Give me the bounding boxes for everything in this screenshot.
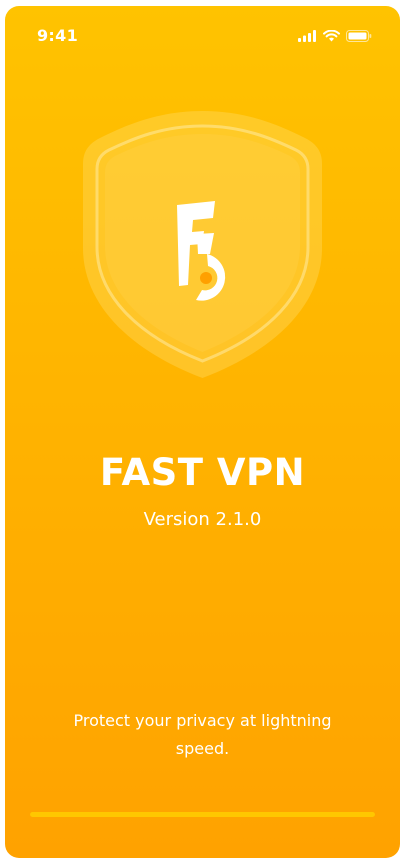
splash-screen: 9:41 FAST VPN Version 2.1.0 Protect your… [5,6,400,858]
loading-progress-bar [30,812,375,817]
status-icons [298,27,372,46]
app-version: Version 2.1.0 [143,509,262,530]
status-time: 9:41 [37,26,78,45]
app-title: FAST VPN [99,451,306,494]
loading-progress-fill [30,812,375,817]
battery-icon [346,27,372,46]
shield-logo [80,108,325,383]
signal-icon [298,27,317,46]
tagline: Protect your privacy at lightning speed. [73,711,332,758]
wifi-icon [323,27,340,46]
fast-vpn-shield-logo-icon [83,111,322,378]
status-bar: 9:41 [5,6,400,64]
